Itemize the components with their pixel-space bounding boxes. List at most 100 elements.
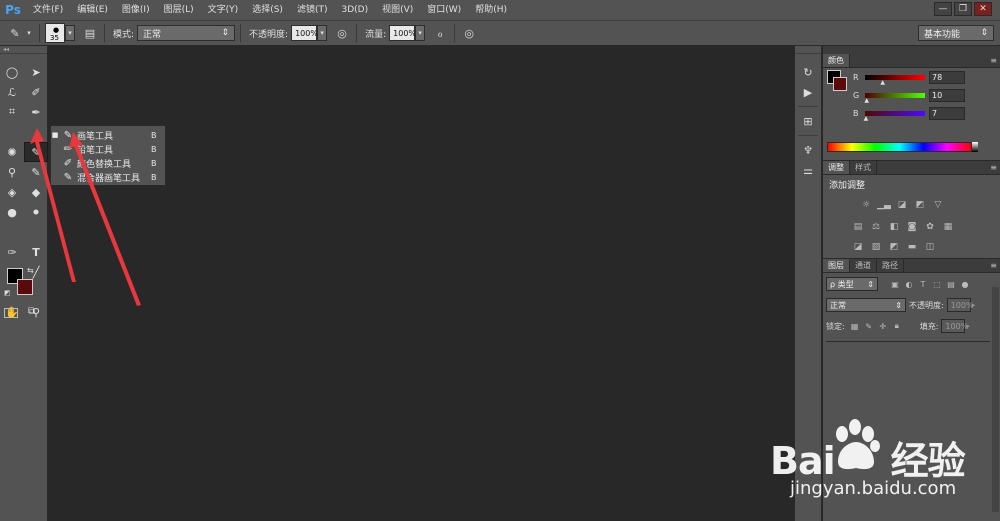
type-tool-icon[interactable]: T xyxy=(24,242,48,262)
background-color-swatch[interactable] xyxy=(17,279,33,295)
layer-opacity-input[interactable]: 100% xyxy=(946,298,974,312)
flow-dropdown[interactable]: ▾ xyxy=(415,25,426,41)
panel-menu-icon[interactable]: ≡ xyxy=(990,163,997,172)
channel-slider[interactable]: ▲ xyxy=(865,75,925,86)
slider-thumb-icon[interactable]: ▲ xyxy=(880,79,885,86)
airbrush-icon[interactable]: ℴ xyxy=(431,24,449,42)
filter-toggle-icon[interactable]: ● xyxy=(958,280,972,289)
panel-grip[interactable]: ◂◂ xyxy=(0,46,47,54)
tab-color[interactable]: 颜色 xyxy=(823,54,850,67)
restore-button[interactable]: ❐ xyxy=(954,2,972,16)
paint-bucket-tool-icon[interactable]: ◆ xyxy=(24,182,48,202)
opacity-input[interactable]: 100% xyxy=(291,25,318,41)
hue-saturation-icon[interactable]: ▤ xyxy=(851,221,865,233)
adjustment-filter-icon[interactable]: ◐ xyxy=(902,280,916,289)
vibrance-icon[interactable]: ▽ xyxy=(931,199,945,211)
flyout-item-color-replace[interactable]: ✐ 颜色替换工具 B xyxy=(51,156,165,170)
curves-icon[interactable]: ◪ xyxy=(895,199,909,211)
levels-icon[interactable]: ▁▃ xyxy=(877,199,891,211)
channel-value[interactable]: 7 xyxy=(929,107,965,120)
layer-fill-input[interactable]: 100% xyxy=(941,319,968,333)
background-color-swatch[interactable] xyxy=(833,77,847,91)
menu-image[interactable]: 图像(I) xyxy=(115,0,157,20)
menu-layer[interactable]: 图层(L) xyxy=(157,0,201,20)
channel-value[interactable]: 10 xyxy=(929,89,965,102)
tab-channels[interactable]: 通道 xyxy=(850,259,877,272)
layers-scrollbar[interactable] xyxy=(992,287,999,512)
slider-thumb-icon[interactable]: ▲ xyxy=(864,97,869,104)
panel-menu-icon[interactable]: ≡ xyxy=(990,56,997,65)
history-brush-tool-icon[interactable]: ✎ xyxy=(24,162,48,182)
channel-slider[interactable]: ▲ xyxy=(864,111,925,122)
default-colors-icon[interactable]: ◩ xyxy=(4,289,11,297)
flyout-item-pencil[interactable]: ✏ 铅笔工具 B xyxy=(51,142,165,156)
tab-adjustments[interactable]: 调整 xyxy=(823,161,850,174)
panel-grip[interactable] xyxy=(823,46,1000,54)
chevron-right-icon[interactable]: ▸ xyxy=(972,301,976,309)
tab-paths[interactable]: 路径 xyxy=(877,259,904,272)
channel-mixer-icon[interactable]: ✿ xyxy=(923,221,937,233)
menu-type[interactable]: 文字(Y) xyxy=(201,0,246,20)
menu-help[interactable]: 帮助(H) xyxy=(468,0,514,20)
blur-tool-icon[interactable]: ● xyxy=(0,202,24,222)
pressure-size-icon[interactable]: ◎ xyxy=(460,24,478,42)
gradient-map-icon[interactable]: ▬ xyxy=(905,241,919,253)
flyout-item-brush[interactable]: ■ ✎ 画笔工具 B xyxy=(51,128,165,142)
flyout-item-mixer-brush[interactable]: ✎ 混合器画笔工具 B xyxy=(51,170,165,184)
selective-color-icon[interactable]: ◫ xyxy=(923,241,937,253)
swap-colors-icon[interactable]: ⇆ xyxy=(27,266,34,275)
brush-presets-panel-icon[interactable]: ♆ xyxy=(795,140,821,160)
properties-panel-icon[interactable]: ⊞ xyxy=(795,111,821,131)
brush-picker-dropdown[interactable]: ▾ xyxy=(65,25,75,41)
photo-filter-icon[interactable]: ◙ xyxy=(905,221,919,233)
opacity-dropdown[interactable]: ▾ xyxy=(317,25,328,41)
brush-size-picker[interactable]: ● 35 xyxy=(45,23,65,43)
close-button[interactable]: ✕ xyxy=(974,2,992,16)
pen-tool-icon[interactable]: ✑ xyxy=(0,242,24,262)
posterize-icon[interactable]: ▨ xyxy=(869,241,883,253)
menu-view[interactable]: 视图(V) xyxy=(375,0,420,20)
menu-select[interactable]: 选择(S) xyxy=(245,0,290,20)
crop-tool-icon[interactable]: ⌗ xyxy=(0,102,24,122)
menu-edit[interactable]: 编辑(E) xyxy=(70,0,115,20)
dodge-tool-icon[interactable]: ⚫ xyxy=(24,202,48,222)
menu-file[interactable]: 文件(F) xyxy=(26,0,70,20)
chevron-down-icon[interactable]: ▾ xyxy=(24,25,34,41)
color-spectrum[interactable] xyxy=(827,142,972,152)
brush-tool-icon[interactable]: ✎ xyxy=(24,142,48,162)
marquee-tool-icon[interactable]: ◯ xyxy=(0,62,24,82)
history-panel-icon[interactable]: ↻ xyxy=(795,62,821,82)
shape-filter-icon[interactable]: ⬚ xyxy=(930,280,944,289)
lock-pixels-icon[interactable]: ✎ xyxy=(862,322,876,331)
color-lookup-icon[interactable]: ▦ xyxy=(941,221,955,233)
blend-mode-select[interactable]: 正常 ⇕ xyxy=(826,298,906,312)
layer-filter-select[interactable]: ρ 类型 ⇕ xyxy=(826,277,878,291)
menu-filter[interactable]: 滤镜(T) xyxy=(290,0,335,20)
black-white-icon[interactable]: ◧ xyxy=(887,221,901,233)
channel-value[interactable]: 78 xyxy=(929,71,965,84)
move-tool-icon[interactable]: ➤ xyxy=(24,62,48,82)
tab-styles[interactable]: 样式 xyxy=(850,161,877,174)
lock-transparency-icon[interactable]: ▦ xyxy=(848,322,862,331)
dock-grip[interactable] xyxy=(795,46,821,54)
panel-menu-icon[interactable]: ≡ xyxy=(990,261,997,270)
flow-input[interactable]: 100% xyxy=(389,25,416,41)
pixel-filter-icon[interactable]: ▣ xyxy=(888,280,902,289)
chevron-right-icon[interactable]: ▸ xyxy=(966,322,970,330)
eraser-tool-icon[interactable]: ◈ xyxy=(0,182,24,202)
lasso-tool-icon[interactable]: ℒ xyxy=(0,82,24,102)
brush-panel-icon[interactable]: ▤ xyxy=(81,24,99,42)
color-balance-icon[interactable]: ⚖ xyxy=(869,221,883,233)
minimize-button[interactable]: — xyxy=(934,2,952,16)
menu-window[interactable]: 窗口(W) xyxy=(420,0,468,20)
lock-all-icon[interactable]: 🔒︎ xyxy=(890,321,904,331)
eyedropper-tool-icon[interactable]: ✒ xyxy=(24,102,48,122)
invert-icon[interactable]: ◪ xyxy=(851,241,865,253)
clone-stamp-tool-icon[interactable]: ⚲ xyxy=(0,162,24,182)
brush-preset-icon[interactable]: ✎ xyxy=(6,24,24,42)
healing-brush-tool-icon[interactable]: ✺ xyxy=(0,142,24,162)
smart-object-filter-icon[interactable]: ▤ xyxy=(944,280,958,289)
clone-source-panel-icon[interactable]: ⚌ xyxy=(795,160,821,180)
quick-mask-icon[interactable] xyxy=(4,308,18,318)
exposure-icon[interactable]: ◩ xyxy=(913,199,927,211)
